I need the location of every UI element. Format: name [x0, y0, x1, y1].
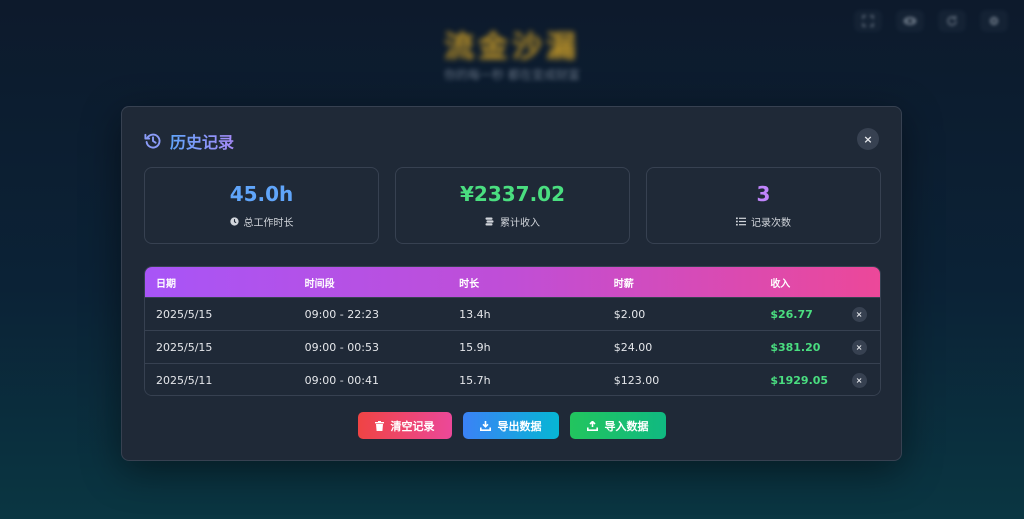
cell-date: 2025/5/15: [156, 307, 213, 321]
stat-label-wrap: 总工作时长: [229, 214, 294, 229]
delete-row-button[interactable]: ×: [851, 372, 867, 388]
cell-income: $26.77: [770, 307, 813, 321]
column-header-rate: 时薪: [613, 278, 634, 290]
delete-row-button[interactable]: ×: [851, 306, 867, 322]
coins-icon: [485, 217, 494, 225]
clear-records-label: 清空记录: [390, 419, 435, 433]
stat-record-count: 3 记录次数: [646, 167, 881, 244]
list-icon: [736, 217, 746, 225]
close-button[interactable]: ×: [857, 128, 879, 150]
settings-icon[interactable]: [980, 10, 1008, 32]
stat-label: 总工作时长: [243, 217, 294, 229]
cell-rate: $123.00: [613, 373, 660, 387]
app-subtitle: 你的每一秒 都在变成财富: [444, 68, 580, 82]
stat-label: 累计收入: [500, 217, 540, 229]
column-header-income: 收入: [770, 278, 791, 290]
stat-label: 记录次数: [751, 217, 791, 229]
cell-rate: $2.00: [613, 307, 646, 321]
clock-icon: [229, 216, 239, 226]
stat-value: ¥2337.02: [459, 181, 565, 206]
cell-rate: $24.00: [613, 340, 653, 354]
row-actions: ×: [838, 372, 880, 388]
delete-row-button[interactable]: ×: [851, 339, 867, 355]
stat-total-hours: 45.0h 总工作时长: [144, 167, 379, 244]
top-toolbar: [850, 10, 1008, 32]
cell-date: 2025/5/15: [156, 340, 213, 354]
stat-value: 45.0h: [229, 181, 294, 206]
column-header-duration: 时长: [459, 278, 480, 290]
cell-period: 09:00 - 00:53: [304, 340, 379, 354]
modal-title: 历史记录: [170, 129, 234, 153]
stat-label-wrap: 累计收入: [485, 214, 540, 229]
table-row: 2025/5/11 09:00 - 00:41 15.7h $123.00 $1…: [145, 363, 880, 395]
table-row: 2025/5/15 09:00 - 00:53 15.9h $24.00 $38…: [145, 330, 880, 363]
stat-label-wrap: 记录次数: [736, 214, 791, 229]
clear-records-button[interactable]: 清空记录: [357, 412, 452, 439]
history-modal: 历史记录 × 45.0h 总工作时长 ¥2337.02 累计收入 3 记录次数: [121, 106, 902, 461]
eye-icon[interactable]: [896, 10, 924, 32]
stat-total-income: ¥2337.02 累计收入: [395, 167, 630, 244]
table-header: 日期 时间段 时长 时薪 收入: [145, 267, 880, 297]
export-data-button[interactable]: 导出数据: [462, 412, 559, 439]
cell-date: 2025/5/11: [156, 373, 213, 387]
table-row: 2025/5/15 09:00 - 22:23 13.4h $2.00 $26.…: [145, 297, 880, 330]
column-header-date: 日期: [156, 278, 176, 290]
column-header-period: 时间段: [304, 278, 335, 290]
modal-header: 历史记录: [144, 129, 234, 153]
cell-duration: 15.9h: [459, 340, 491, 354]
export-data-label: 导出数据: [497, 419, 542, 433]
cell-duration: 13.4h: [459, 307, 491, 321]
row-actions: ×: [838, 339, 880, 355]
download-icon: [479, 420, 491, 431]
row-actions: ×: [838, 306, 880, 322]
action-buttons: 清空记录 导出数据 导入数据: [122, 412, 901, 439]
cell-income: $381.20: [770, 340, 821, 354]
stat-value: 3: [756, 181, 771, 206]
cell-period: 09:00 - 22:23: [304, 307, 379, 321]
cell-income: $1929.05: [770, 373, 829, 387]
cell-duration: 15.7h: [459, 373, 491, 387]
cell-period: 09:00 - 00:41: [304, 373, 379, 387]
history-table: 日期 时间段 时长 时薪 收入 2025/5/15 09:00 - 22:23 …: [144, 266, 881, 396]
refresh-icon[interactable]: [938, 10, 966, 32]
import-data-label: 导入数据: [604, 419, 649, 433]
trash-icon: [374, 420, 384, 431]
stats-row: 45.0h 总工作时长 ¥2337.02 累计收入 3 记录次数: [144, 167, 881, 244]
upload-icon: [586, 420, 598, 431]
history-icon: [144, 133, 161, 149]
import-data-button[interactable]: 导入数据: [569, 412, 666, 439]
fullscreen-icon[interactable]: [854, 10, 882, 32]
